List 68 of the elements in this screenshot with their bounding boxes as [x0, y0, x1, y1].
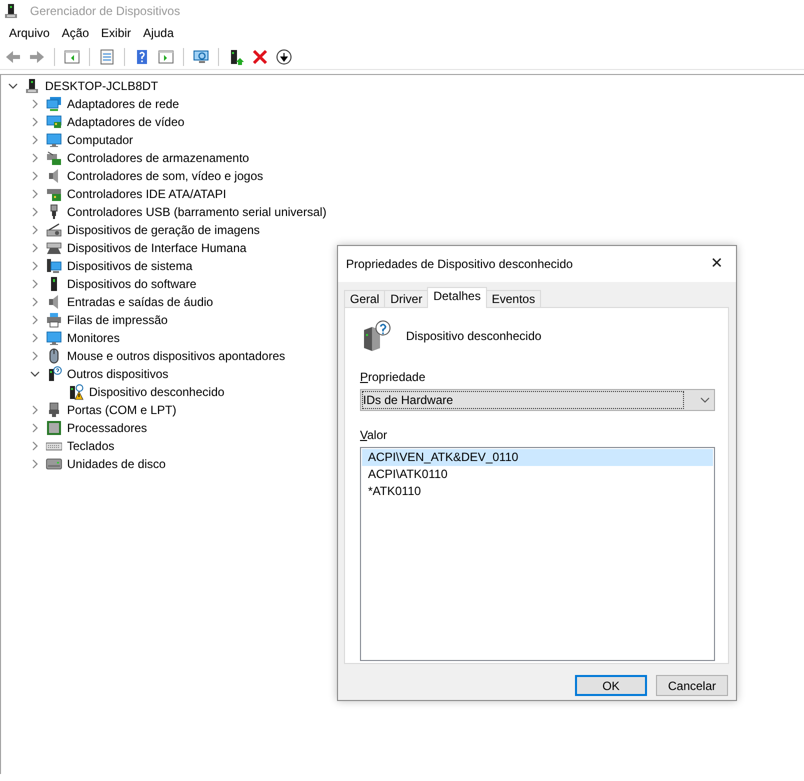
- dialog-button[interactable]: OK: [575, 675, 647, 696]
- list-item[interactable]: *ATK0110: [362, 483, 713, 500]
- computer-tower-icon: [24, 78, 40, 94]
- device-question-icon: [46, 366, 62, 382]
- system-computer-icon: [46, 258, 62, 274]
- tree-item[interactable]: Dispositivo desconhecido: [89, 383, 224, 401]
- list-item[interactable]: ACPI\VEN_ATK&DEV_0110: [362, 449, 713, 466]
- tree-item[interactable]: Filas de impressão: [67, 311, 168, 329]
- tab[interactable]: Geral: [344, 290, 386, 308]
- menu-item[interactable]: Arquivo: [4, 24, 57, 42]
- tree-item[interactable]: Unidades de disco: [67, 455, 166, 473]
- device-name: Dispositivo desconhecido: [406, 328, 542, 345]
- tree-item[interactable]: Dispositivos de geração de imagens: [67, 221, 260, 239]
- tree-item[interactable]: Adaptadores de rede: [67, 95, 180, 113]
- tree-item[interactable]: Controladores IDE ATA/ATAPI: [67, 185, 226, 203]
- monitor-icon: [46, 330, 62, 346]
- display-card-icon: [46, 114, 62, 130]
- port-connector-icon: [46, 402, 62, 418]
- list-item[interactable]: ACPI\ATK0110: [362, 466, 713, 483]
- tree-item[interactable]: Adaptadores de vídeo: [67, 113, 184, 131]
- tree-item[interactable]: Teclados: [67, 437, 114, 455]
- tree-item[interactable]: Portas (COM e LPT): [67, 401, 176, 419]
- dialog-button[interactable]: Cancelar: [656, 675, 728, 696]
- menu-item[interactable]: Ação: [56, 24, 96, 42]
- update-driver-icon: [228, 48, 244, 64]
- tree-item[interactable]: Dispositivos do software: [67, 275, 196, 293]
- console-tree-icon: [64, 48, 80, 64]
- dialog-title: Propriedades de Dispositivo desconhecido: [346, 256, 573, 273]
- action-pane-icon: [158, 48, 174, 64]
- tree-item[interactable]: Dispositivos de Interface Humana: [67, 239, 246, 257]
- gamepad-keyboard-icon: [46, 240, 62, 256]
- close-icon: [252, 48, 268, 64]
- tree-item[interactable]: Outros dispositivos: [67, 365, 168, 383]
- back-icon: [5, 48, 21, 64]
- tree-item[interactable]: Controladores de som, vídeo e jogos: [67, 167, 264, 185]
- scan-monitor-icon: [193, 48, 209, 64]
- property-dropdown[interactable]: IDs de Hardware: [360, 389, 715, 411]
- disk-drive-icon: [46, 456, 62, 472]
- scanner-icon: [46, 222, 62, 238]
- download-circle-icon: [276, 48, 292, 64]
- close-button[interactable]: ✕: [702, 249, 732, 279]
- forward-icon: [29, 48, 45, 64]
- properties-sheet-icon: [99, 48, 115, 64]
- tab[interactable]: Detalhes: [427, 287, 487, 308]
- processor-chip-icon: [46, 420, 62, 436]
- tree-item[interactable]: Mouse e outros dispositivos apontadores: [67, 347, 286, 365]
- computer-tower-icon: [3, 3, 19, 19]
- property-label: Propriedade: [360, 369, 426, 386]
- tree-item[interactable]: Processadores: [67, 419, 148, 437]
- monitor-icon: [46, 132, 62, 148]
- window-title: Gerenciador de Dispositivos: [30, 3, 180, 20]
- tree-item[interactable]: Dispositivos de sistema: [67, 257, 192, 275]
- menu-item[interactable]: Exibir: [96, 24, 138, 42]
- tree-item[interactable]: Entradas e saídas de áudio: [67, 293, 214, 311]
- tree-item[interactable]: Computador: [67, 131, 134, 149]
- value-label: Valor: [360, 427, 388, 444]
- help-icon: [134, 48, 150, 64]
- drive-card-icon: [46, 186, 62, 202]
- device-warning-icon: [68, 384, 84, 400]
- tab[interactable]: Eventos: [486, 290, 542, 308]
- printer-icon: [46, 312, 62, 328]
- tree-item[interactable]: Controladores de armazenamento: [67, 149, 250, 167]
- tree-item[interactable]: Monitores: [67, 329, 120, 347]
- menu-item[interactable]: Ajuda: [138, 24, 181, 42]
- tree-item[interactable]: Controladores USB (barramento serial universal): [67, 203, 326, 221]
- network-monitors-icon: [46, 96, 62, 112]
- tree-item[interactable]: DESKTOP-JCLB8DT: [45, 77, 158, 95]
- storage-card-icon: [46, 150, 62, 166]
